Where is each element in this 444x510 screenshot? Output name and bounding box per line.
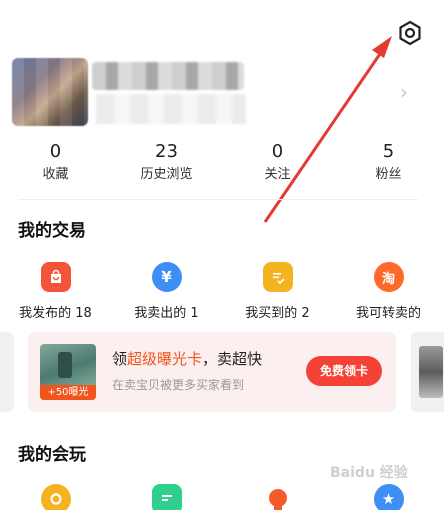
trade-item-label: 我买到的 2 [245,306,310,321]
gear-icon[interactable] [397,20,423,46]
stat-label: 关注 [264,167,291,182]
check-doc-icon [262,262,293,292]
trade-item-published[interactable]: 我发布的 18 [0,262,111,321]
promo-subtitle: 在卖宝贝被更多买家看到 [112,378,245,392]
user-info-blurred [96,94,246,124]
yen-icon: ¥ [151,262,182,292]
stats-row: 0 收藏 23 历史浏览 0 关注 5 粉丝 [0,140,444,190]
chevron-right-icon[interactable]: › [400,80,408,104]
bulb-icon [263,484,293,510]
play-item-4[interactable]: ★ [333,484,444,510]
stat-value: 5 [382,141,395,162]
stat-value: 23 [155,141,178,162]
username-blurred [92,62,244,90]
play-item-3[interactable] [222,484,333,510]
watermark-logo: Baidu 经验 [330,465,408,481]
promo-prev-card[interactable] [0,332,14,412]
stat-value: 0 [271,141,284,162]
promo-title-highlight: 超级曝光卡 [127,350,203,368]
promo-image: +50曝光 [40,344,96,400]
trade-item-label: 我发布的 18 [19,306,92,321]
circle-icon [40,484,71,510]
trade-item-resellable[interactable]: 淘 我可转卖的 [333,262,444,321]
trade-item-sold[interactable]: ¥ 我卖出的 1 [111,262,222,321]
trade-item-label: 我可转卖的 [355,306,421,321]
section-title-play: 我的会玩 [18,445,86,465]
phone-image [58,352,72,378]
promo-banner[interactable]: +50曝光 领超级曝光卡，卖超快 在卖宝贝被更多买家看到 免费领卡 [28,332,396,412]
trade-item-bought[interactable]: 我买到的 2 [222,262,333,321]
promo-next-card[interactable] [411,332,444,412]
play-item-2[interactable] [111,484,222,510]
stat-history[interactable]: 23 历史浏览 [111,140,222,190]
play-row: ★ [0,484,444,510]
star-icon: ★ [373,484,404,510]
stat-following[interactable]: 0 关注 [222,140,333,190]
promo-badge: +50曝光 [40,385,96,400]
bag-icon [40,262,71,292]
divider [18,199,418,200]
stat-fans[interactable]: 5 粉丝 [333,140,444,190]
play-item-1[interactable] [0,484,111,510]
promo-title: 领超级曝光卡，卖超快 [112,350,263,368]
avatar[interactable] [12,58,88,126]
stat-label: 收藏 [42,167,69,182]
stat-favorites[interactable]: 0 收藏 [0,140,111,190]
stat-value: 0 [49,141,62,162]
section-title-trade: 我的交易 [18,221,86,241]
stat-label: 粉丝 [375,167,402,182]
note-icon [151,484,182,510]
stat-label: 历史浏览 [140,167,193,182]
claim-card-button[interactable]: 免费领卡 [306,356,382,386]
trade-item-label: 我卖出的 1 [134,306,199,321]
trade-row: 我发布的 18 ¥ 我卖出的 1 我买到的 2 淘 我可转卖的 [0,262,444,321]
next-card-image [419,346,443,398]
tao-icon: 淘 [373,262,404,292]
